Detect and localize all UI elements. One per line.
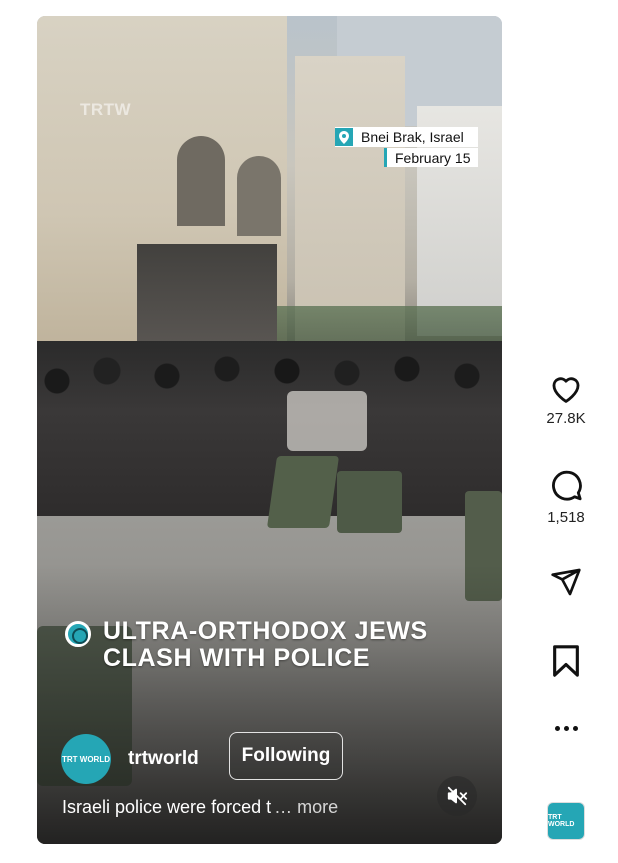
author-info[interactable]: TRT WORLD trtworld (61, 734, 199, 784)
video-headline: ULTRA-ORTHODOX JEWS CLASH WITH POLICE (65, 618, 483, 672)
comment-count: 1,518 (547, 509, 585, 526)
reel-video[interactable]: TRTW Bnei Brak, Israel February 15 ULTRA… (37, 16, 502, 844)
comment-button[interactable]: 1,518 (535, 469, 597, 526)
more-options-button[interactable] (535, 726, 597, 731)
audio-thumbnail[interactable]: TRT WORLD (547, 802, 585, 840)
paper-plane-icon (551, 568, 581, 596)
comment-bubble-icon (552, 470, 582, 501)
record-dot-icon (65, 621, 91, 647)
location-date: February 15 (395, 149, 471, 166)
author-username[interactable]: trtworld (128, 748, 199, 770)
caption-text: Israeli police were forced t (62, 797, 272, 817)
heart-icon (552, 377, 580, 403)
more-dots-icon (554, 726, 578, 731)
channel-watermark: TRTW (80, 100, 132, 119)
save-button[interactable] (535, 644, 597, 678)
share-button[interactable] (535, 566, 597, 598)
avatar[interactable]: TRT WORLD (61, 734, 111, 784)
like-count: 27.8K (546, 410, 586, 427)
location-tag: Bnei Brak, Israel February 15 (335, 127, 479, 167)
like-button[interactable]: 27.8K (535, 372, 597, 427)
following-button[interactable]: Following (229, 732, 343, 780)
caption[interactable]: Israeli police were forced t… more (62, 797, 338, 818)
muted-speaker-icon[interactable] (437, 776, 477, 816)
location-place: Bnei Brak, Israel (361, 129, 464, 145)
caption-more-link[interactable]: … more (274, 797, 338, 817)
location-pin-icon (335, 128, 353, 146)
bookmark-icon (553, 645, 579, 677)
headline-text: ULTRA-ORTHODOX JEWS CLASH WITH POLICE (103, 617, 428, 672)
